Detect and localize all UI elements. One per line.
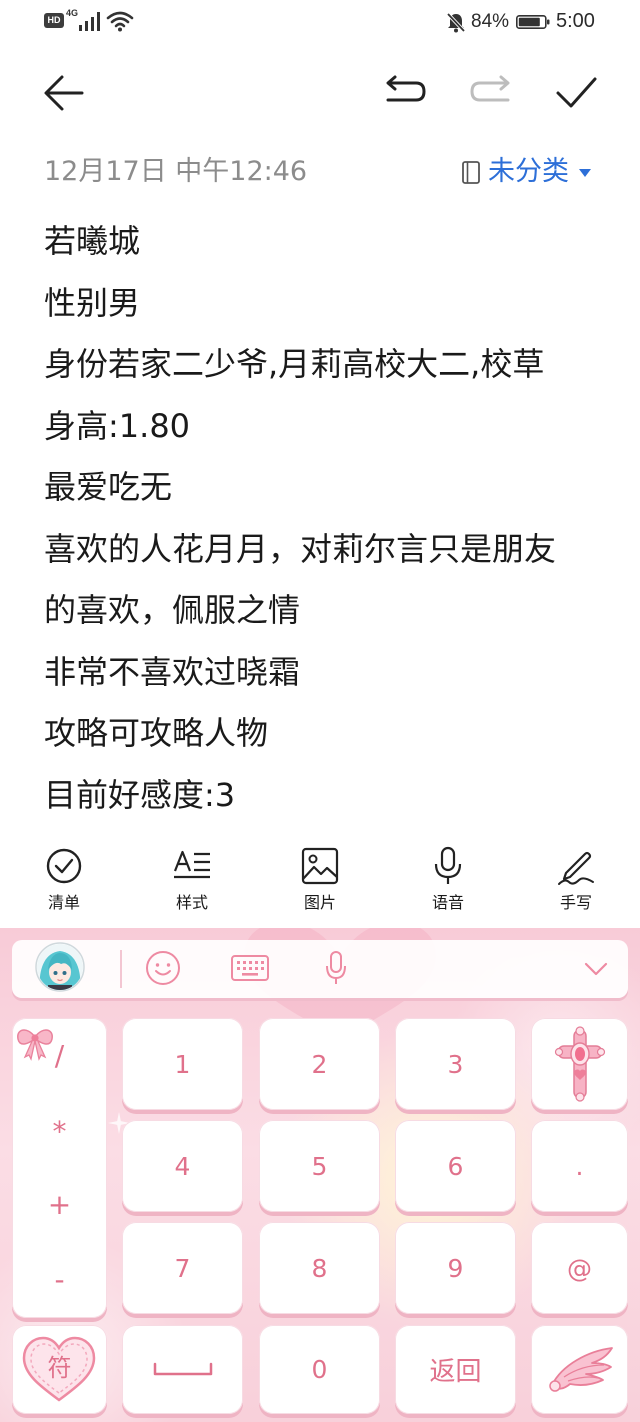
insert-image-label: 图片 [303, 893, 336, 912]
emoji-icon[interactable] [145, 950, 181, 986]
digit-key-5[interactable]: 5 [259, 1120, 380, 1212]
checklist-icon [44, 846, 84, 886]
handwriting-button[interactable]: 手写 [512, 838, 640, 920]
note-line: 身高:1.80 [44, 406, 191, 445]
handwriting-label: 手写 [559, 893, 592, 912]
done-button[interactable] [548, 68, 604, 118]
at-sign-key[interactable]: @ [531, 1222, 628, 1314]
note-line: 身份若家二少爷,月莉高校大二,校草 [44, 345, 545, 383]
digit-key-3[interactable]: 3 [395, 1018, 516, 1110]
image-icon [300, 846, 340, 886]
digit-key-8[interactable]: 8 [259, 1222, 380, 1314]
digit-key-0[interactable]: 0 [259, 1325, 380, 1414]
delete-key[interactable] [531, 1018, 628, 1110]
cross-icon [554, 1026, 605, 1102]
enter-key[interactable] [531, 1325, 628, 1414]
note-line: 目前好感度:3 [44, 775, 236, 814]
digit-key-6[interactable]: 6 [395, 1120, 516, 1212]
insert-image-button[interactable]: 图片 [256, 838, 384, 920]
text-style-button[interactable]: 样式 [128, 838, 256, 920]
wifi-icon [106, 11, 134, 32]
wing-icon [544, 1343, 616, 1397]
digit-key-7[interactable]: 7 [122, 1222, 243, 1314]
text-style-icon [172, 846, 212, 886]
note-line: 的喜欢，佩服之情 [44, 591, 301, 629]
note-line: 性别男 [44, 283, 141, 322]
checklist-button[interactable]: 清单 [0, 838, 128, 920]
clock: 5:00 [556, 10, 595, 32]
symbols-key-label: 符 [47, 1354, 72, 1382]
slash-key[interactable]: / [12, 1036, 107, 1076]
checkmark-icon [556, 77, 597, 108]
battery-percent: 84% [471, 11, 510, 32]
text-style-label: 样式 [175, 893, 208, 912]
symbols-key[interactable]: 符 [12, 1325, 107, 1414]
battery-icon [516, 15, 550, 29]
toolbar-separator [120, 950, 122, 988]
category-label: 未分类 [488, 156, 569, 187]
digit-key-1[interactable]: 1 [122, 1018, 243, 1110]
arrow-left-icon [44, 75, 84, 111]
chevron-down-icon[interactable] [584, 962, 608, 976]
space-key[interactable] [122, 1325, 243, 1414]
period-key[interactable]: . [531, 1120, 628, 1212]
note-line: 喜欢的人花月月，对莉尔言只是朋友 [44, 529, 557, 568]
note-line: 非常不喜欢过晓霜 [44, 652, 301, 691]
note-body[interactable]: 若曦城 性别男 身份若家二少爷,月莉高校大二,校草 身高:1.80 最爱吃无 喜… [44, 211, 624, 826]
digit-key-9[interactable]: 9 [395, 1222, 516, 1314]
note-line: 若曦城 [44, 222, 141, 260]
undo-icon [386, 75, 426, 102]
notebook-icon [462, 161, 480, 184]
keyboard-toolbar [12, 940, 628, 998]
voice-input-label: 语音 [431, 893, 464, 912]
digit-key-4[interactable]: 4 [122, 1120, 243, 1212]
redo-button[interactable] [464, 70, 518, 116]
note-line: 攻略可攻略人物 [44, 714, 269, 752]
caret-down-icon [578, 168, 592, 178]
plus-key[interactable]: + [12, 1185, 107, 1225]
edit-tools-bar: 清单 样式 图片 语音 手写 [0, 838, 640, 920]
redo-icon [470, 75, 510, 102]
back-key[interactable]: 返回 [395, 1325, 516, 1414]
checklist-label: 清单 [47, 893, 80, 912]
note-date: 12月17日 中午12:46 [44, 156, 308, 187]
category-selector[interactable]: 未分类 [458, 153, 598, 191]
digit-key-2[interactable]: 2 [259, 1018, 380, 1110]
voice-input-button[interactable]: 语音 [384, 838, 512, 920]
minus-key[interactable]: - [12, 1260, 107, 1300]
space-bar-icon [152, 1362, 214, 1378]
status-bar: HD 4G 84% 5:00 [0, 0, 640, 44]
microphone-icon [428, 846, 468, 886]
keyboard-icon[interactable] [231, 955, 269, 981]
signal-icon [77, 12, 103, 31]
avatar[interactable] [35, 942, 85, 992]
notifications-muted-icon [445, 11, 467, 33]
handwriting-pen-icon [556, 846, 596, 886]
undo-button[interactable] [378, 70, 432, 116]
battery-level-fill [518, 17, 540, 27]
hd-badge: HD [44, 13, 64, 28]
symbol-column[interactable]: / * + - [12, 1018, 107, 1318]
soft-keyboard: / * + - 1 2 3 4 5 6 . 7 8 9 @ 符 0 返回 [0, 928, 640, 1422]
note-line: 最爱吃无 [44, 468, 173, 506]
voice-keyboard-microphone-icon[interactable] [324, 951, 348, 985]
back-button[interactable] [36, 68, 92, 118]
asterisk-key[interactable]: * [12, 1112, 107, 1152]
